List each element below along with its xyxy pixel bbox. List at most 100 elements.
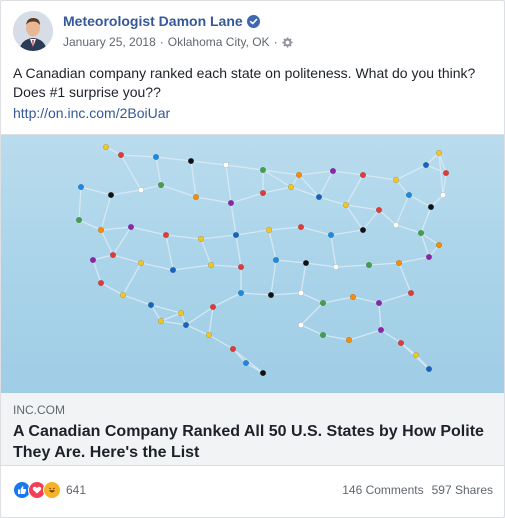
pushpin [365, 261, 373, 269]
us-map-pushpin-image[interactable] [1, 135, 504, 393]
map-string [300, 324, 324, 336]
pushpin [97, 279, 105, 287]
pushpin [147, 301, 155, 309]
map-string [225, 164, 232, 204]
map-string [155, 156, 192, 162]
reactions-summary[interactable]: 641 [13, 481, 86, 499]
pushpin [405, 191, 413, 199]
map-string [230, 202, 237, 236]
pushpin [137, 259, 145, 267]
map-string [322, 334, 350, 341]
map-string [240, 292, 272, 296]
map-string [378, 302, 382, 331]
pushpin [187, 157, 195, 165]
meta-separator: · [159, 35, 164, 49]
pushpin [319, 331, 327, 339]
map-string [300, 302, 324, 326]
map-string [172, 264, 212, 271]
pushpin [427, 203, 435, 211]
verified-badge-icon [246, 14, 260, 28]
pushpin [297, 321, 305, 329]
post-text: A Canadian company ranked each state on … [13, 65, 476, 100]
map-string [378, 292, 412, 304]
map-string [345, 204, 364, 231]
comments-count[interactable]: 146 Comments [342, 483, 423, 497]
map-string [235, 234, 242, 268]
map-string [208, 334, 234, 350]
map-string [420, 232, 440, 246]
pushpin [157, 181, 165, 189]
pushpin [192, 193, 200, 201]
map-string [362, 209, 380, 231]
pushpin [205, 331, 213, 339]
map-string [345, 174, 364, 206]
map-string [262, 169, 300, 176]
map-string [112, 254, 142, 264]
shares-count[interactable]: 597 Shares [432, 483, 493, 497]
map-string [318, 170, 334, 198]
pushpin [137, 186, 145, 194]
map-string [270, 259, 277, 296]
pushpin [439, 191, 447, 199]
pushpin [169, 266, 177, 274]
reaction-count[interactable]: 641 [66, 483, 86, 497]
map-string [110, 189, 142, 196]
pushpin [392, 221, 400, 229]
pushpin [425, 253, 433, 261]
pushpin [407, 289, 415, 297]
facebook-post: Meteorologist Damon Lane January 25, 201… [0, 0, 505, 518]
pushpin [162, 231, 170, 239]
map-string [335, 264, 370, 268]
pushpin [377, 326, 385, 334]
map-string [345, 204, 380, 211]
pushpin [222, 161, 230, 169]
pushpin [397, 339, 405, 347]
map-string [330, 229, 364, 236]
gear-icon[interactable] [282, 36, 293, 48]
post-link[interactable]: http://on.inc.com/2BoiUar [13, 105, 170, 121]
map-string [408, 194, 432, 208]
pushpin [425, 365, 433, 373]
pushpin [327, 231, 335, 239]
pushpin [359, 171, 367, 179]
post-location[interactable]: Oklahoma City, OK [168, 35, 270, 49]
pushpin [345, 336, 353, 344]
author-name[interactable]: Meteorologist Damon Lane [63, 13, 243, 29]
map-string [208, 306, 214, 336]
pushpin [207, 261, 215, 269]
meta-separator-2: · [273, 35, 278, 49]
map-string [100, 194, 112, 231]
map-string [195, 196, 232, 204]
pushpin [237, 289, 245, 297]
avatar[interactable] [13, 11, 53, 51]
map-illustration [75, 143, 450, 377]
map-string [185, 306, 214, 326]
map-string [398, 262, 412, 294]
map-string [362, 174, 397, 181]
map-string [78, 186, 82, 221]
map-string [100, 282, 124, 296]
engagement-counts: 146 Comments 597 Shares [342, 483, 493, 497]
pushpin [265, 226, 273, 234]
card-domain: INC.COM [13, 403, 65, 417]
map-string [420, 232, 430, 258]
post-header: Meteorologist Damon Lane January 25, 201… [13, 11, 493, 55]
map-string [165, 234, 202, 240]
map-string [140, 184, 162, 191]
pushpin [77, 183, 85, 191]
pushpin [295, 171, 303, 179]
pushpin [442, 169, 450, 177]
map-string [200, 238, 212, 266]
haha-icon [43, 481, 61, 499]
link-preview-card[interactable]: INC.COM A Canadian Company Ranked All 50… [1, 134, 504, 466]
map-string [398, 256, 430, 264]
pushpin [329, 167, 337, 175]
map-string [368, 262, 400, 266]
pushpin [332, 263, 340, 271]
pushpin [127, 223, 135, 231]
map-string [140, 262, 174, 271]
pushpin [267, 291, 275, 299]
post-date[interactable]: January 25, 2018 [63, 35, 156, 49]
card-title[interactable]: A Canadian Company Ranked All 50 U.S. St… [13, 421, 493, 463]
pushpin [319, 299, 327, 307]
